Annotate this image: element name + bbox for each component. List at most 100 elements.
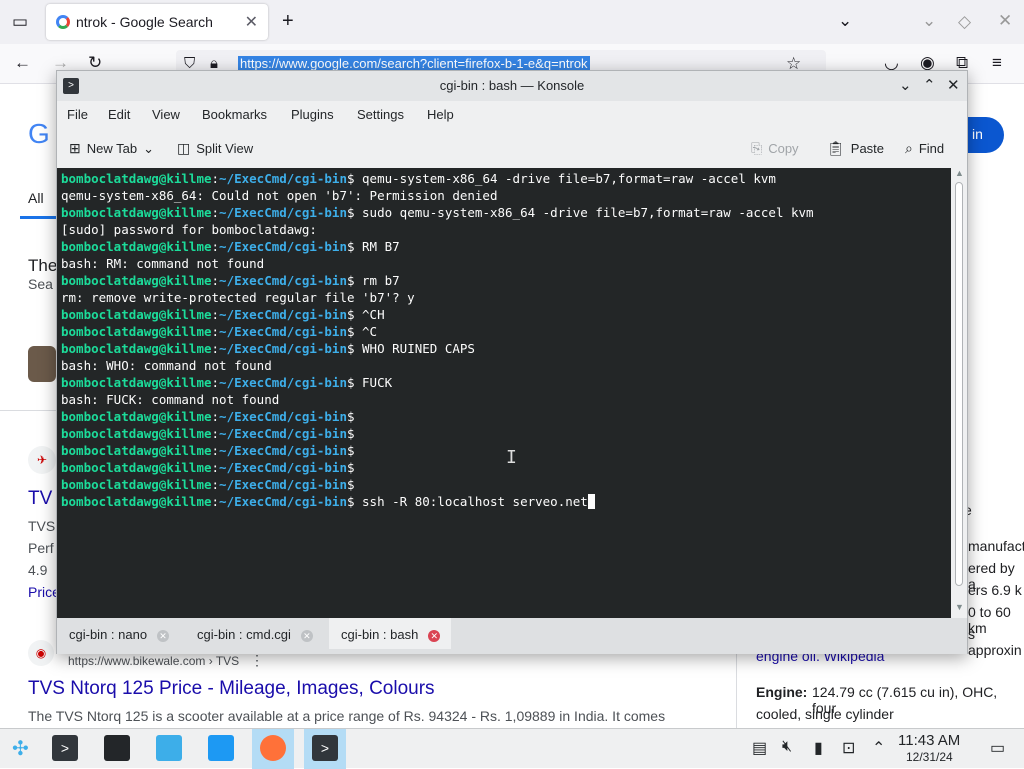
task-firefox[interactable] bbox=[252, 729, 294, 769]
prompt-path: ~/ExecCmd/cgi-bin bbox=[219, 239, 347, 254]
terminal-line: bomboclatdawg@killme:~/ExecCmd/cgi-bin$ … bbox=[61, 323, 814, 340]
terminal-line: bomboclatdawg@killme:~/ExecCmd/cgi-bin$ … bbox=[61, 340, 814, 357]
minimize-icon[interactable]: ⌄ bbox=[922, 11, 936, 31]
close-icon[interactable]: ✕ bbox=[947, 76, 960, 94]
menu-help[interactable]: Help bbox=[427, 107, 454, 122]
terminal-line: bomboclatdawg@killme:~/ExecCmd/cgi-bin$ … bbox=[61, 238, 814, 255]
back-icon[interactable]: ← bbox=[14, 53, 31, 73]
prompt-separator: : bbox=[211, 273, 220, 288]
all-tab[interactable]: All bbox=[28, 190, 44, 206]
split-view-icon: ◫ bbox=[177, 140, 191, 156]
terminal-scrollbar[interactable]: ▲ ▼ bbox=[951, 168, 967, 618]
prompt-separator: : bbox=[211, 494, 220, 509]
terminal-line: rm: remove write-protected regular file … bbox=[61, 289, 814, 306]
terminal-line: [sudo] password for bomboclatdawg: bbox=[61, 221, 814, 238]
maximize-icon[interactable]: ◇ bbox=[958, 12, 971, 32]
menu-settings[interactable]: Settings bbox=[357, 107, 404, 122]
prompt-separator: : bbox=[211, 341, 220, 356]
new-tab-icon[interactable]: + bbox=[282, 11, 294, 31]
tab-label: cgi-bin : nano bbox=[69, 627, 148, 642]
new-tab-button[interactable]: ⊞ New Tab ⌄ bbox=[69, 140, 154, 157]
clock-date[interactable]: 12/31/24 bbox=[906, 750, 953, 764]
tab-list-icon[interactable]: ▭ bbox=[12, 12, 28, 32]
tvs-title-fragment[interactable]: TV bbox=[28, 488, 52, 510]
output-text: [sudo] password for bomboclatdawg: bbox=[61, 222, 317, 237]
terminal-line: bomboclatdawg@killme:~/ExecCmd/cgi-bin$ … bbox=[61, 374, 814, 391]
hamburger-menu-icon[interactable]: ≡ bbox=[992, 53, 1002, 73]
tab-cmd-cgi[interactable]: cgi-bin : cmd.cgi ✕ bbox=[185, 618, 327, 649]
command-text: $ bbox=[346, 426, 355, 441]
result-url[interactable]: https://www.bikewale.com › TVS bbox=[68, 654, 239, 668]
text-cursor-icon: I bbox=[506, 447, 517, 468]
prompt-user: bomboclatdawg@killme bbox=[61, 324, 212, 339]
output-text: rm: remove write-protected regular file … bbox=[61, 290, 415, 305]
task-terminal[interactable]: > bbox=[44, 729, 86, 769]
task-discover[interactable] bbox=[148, 729, 190, 769]
close-tab-icon[interactable]: ✕ bbox=[428, 630, 441, 642]
network-icon[interactable]: ⊡ bbox=[842, 738, 855, 758]
all-tab-underline bbox=[20, 216, 60, 219]
menu-edit[interactable]: Edit bbox=[108, 107, 130, 122]
tab-label: cgi-bin : bash bbox=[341, 627, 419, 642]
find-button[interactable]: ⌕ Find bbox=[905, 140, 944, 157]
tray-expand-icon[interactable]: ⌃ bbox=[872, 738, 885, 758]
command-text: $ qemu-system-x86_64 -drive file=b7,form… bbox=[346, 171, 776, 186]
volume-muted-icon[interactable]: 🔇︎ bbox=[782, 738, 792, 756]
chevron-down-icon[interactable]: ⌄ bbox=[143, 141, 154, 156]
scroll-up-icon[interactable]: ▲ bbox=[955, 168, 964, 178]
tab-bash[interactable]: cgi-bin : bash ✕ bbox=[329, 618, 451, 649]
prompt-path: ~/ExecCmd/cgi-bin bbox=[219, 273, 347, 288]
konsole-icon: > bbox=[312, 735, 338, 761]
result-title-link[interactable]: TVS Ntorq 125 Price - Mileage, Images, C… bbox=[28, 678, 435, 700]
google-logo[interactable]: G bbox=[28, 118, 50, 150]
result-thumbnail[interactable] bbox=[28, 346, 56, 382]
browser-tab[interactable]: ntrok - Google Search ✕ bbox=[46, 4, 268, 40]
battery-icon[interactable]: ▮ bbox=[814, 738, 823, 758]
clock-time[interactable]: 11:43 AM bbox=[898, 732, 960, 749]
prompt-path: ~/ExecCmd/cgi-bin bbox=[219, 307, 347, 322]
task-konsole[interactable]: > bbox=[304, 729, 346, 769]
terminal-line: bash: RM: command not found bbox=[61, 255, 814, 272]
taskbar: ✣ > > ▤ 🔇︎ ▮ ⊡ ⌃ 11:43 AM 12/31/24 ▭ bbox=[0, 728, 1024, 769]
more-options-icon[interactable]: ⋮ bbox=[250, 652, 264, 669]
paste-icon: 📋︎ bbox=[827, 140, 845, 156]
chevron-down-icon[interactable]: ⌄ bbox=[838, 11, 852, 31]
terminal-area[interactable]: bomboclatdawg@killme:~/ExecCmd/cgi-bin$ … bbox=[57, 168, 951, 618]
task-file-manager[interactable] bbox=[200, 729, 242, 769]
paste-button[interactable]: 📋︎ Paste bbox=[827, 140, 884, 157]
clipboard-icon[interactable]: ▤ bbox=[752, 738, 767, 758]
close-tab-icon[interactable]: ✕ bbox=[157, 630, 170, 642]
url-text[interactable]: https://www.google.com/search?client=fir… bbox=[238, 56, 590, 71]
menu-plugins[interactable]: Plugins bbox=[291, 107, 334, 122]
terminal-icon: > bbox=[52, 735, 78, 761]
new-tab-icon: ⊞ bbox=[69, 140, 81, 156]
prompt-path: ~/ExecCmd/cgi-bin bbox=[219, 426, 347, 441]
menu-bookmarks[interactable]: Bookmarks bbox=[202, 107, 267, 122]
task-system-settings[interactable] bbox=[96, 729, 138, 769]
terminal-line: bomboclatdawg@killme:~/ExecCmd/cgi-bin$ bbox=[61, 476, 814, 493]
maximize-icon[interactable]: ⌃ bbox=[923, 76, 936, 94]
output-text: bash: WHO: command not found bbox=[61, 358, 272, 373]
prompt-user: bomboclatdawg@killme bbox=[61, 239, 212, 254]
close-tab-icon[interactable]: ✕ bbox=[300, 630, 313, 642]
scroll-down-icon[interactable]: ▼ bbox=[955, 602, 964, 612]
app-launcher-icon[interactable]: ✣ bbox=[12, 736, 29, 761]
prompt-path: ~/ExecCmd/cgi-bin bbox=[219, 205, 347, 220]
scrollbar-thumb[interactable] bbox=[955, 182, 963, 586]
prompt-user: bomboclatdawg@killme bbox=[61, 409, 212, 424]
copy-button[interactable]: ⎘ Copy bbox=[751, 140, 799, 157]
menu-view[interactable]: View bbox=[152, 107, 180, 122]
split-view-button[interactable]: ◫ Split View bbox=[177, 140, 253, 157]
show-desktop-icon[interactable]: ▭ bbox=[990, 738, 1005, 758]
window-titlebar[interactable]: > cgi-bin : bash — Konsole ⌄ ⌃ ✕ bbox=[57, 71, 967, 101]
terminal-line: bash: WHO: command not found bbox=[61, 357, 814, 374]
terminal-line: bomboclatdawg@killme:~/ExecCmd/cgi-bin$ bbox=[61, 425, 814, 442]
terminal-line: bomboclatdawg@killme:~/ExecCmd/cgi-bin$ … bbox=[61, 493, 814, 510]
terminal-line: bomboclatdawg@killme:~/ExecCmd/cgi-bin$ bbox=[61, 459, 814, 476]
close-window-icon[interactable]: ✕ bbox=[998, 11, 1012, 31]
menu-file[interactable]: File bbox=[67, 107, 88, 122]
minimize-icon[interactable]: ⌄ bbox=[899, 76, 912, 94]
tab-nano[interactable]: cgi-bin : nano ✕ bbox=[57, 618, 183, 649]
prompt-separator: : bbox=[211, 477, 220, 492]
close-tab-icon[interactable]: ✕ bbox=[245, 12, 258, 32]
